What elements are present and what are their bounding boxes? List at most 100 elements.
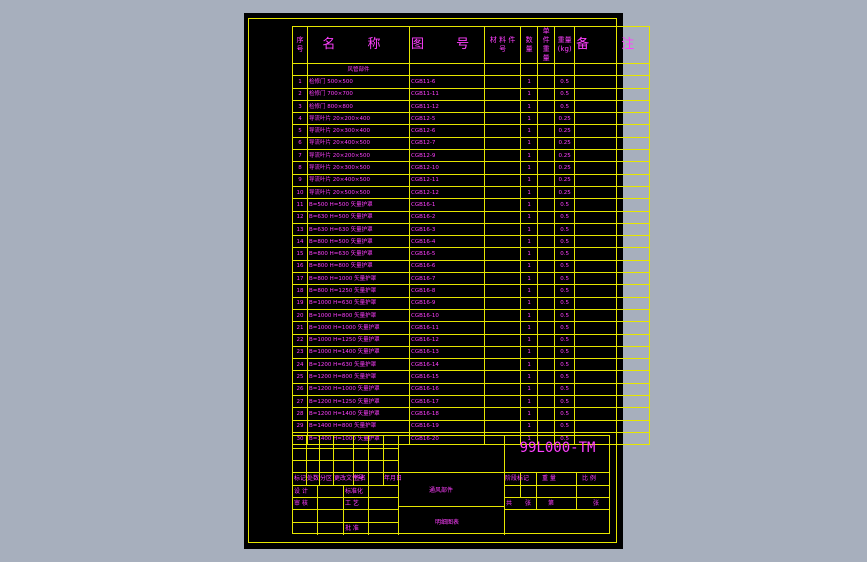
row-material (484, 99, 522, 114)
label-check: 审 核 (294, 500, 308, 507)
row-material (484, 198, 522, 212)
label-count: 处数 (307, 475, 320, 482)
label-weight: 重 量 (542, 475, 556, 482)
table-row: 16 B=800 H=800 矢量护罩 CGB16-6 1 0.5 (292, 259, 651, 274)
row-qty: 1 (520, 99, 539, 114)
row-material (484, 407, 522, 421)
label-date: 年月日 (384, 475, 403, 482)
row-name: B=1000 H=1250 矢量护罩 (307, 333, 410, 347)
row-drawing-no: CGB16-13 (408, 345, 486, 360)
row-qty: 1 (520, 112, 539, 126)
label-total: 共 (506, 500, 513, 507)
row-drawing-no: CGB16-10 (408, 308, 486, 323)
row-no: 1 (292, 75, 308, 89)
row-name: 导流叶片 20×300×500 (307, 161, 410, 175)
row-name: B=1000 H=630 矢量护罩 (307, 296, 410, 310)
row-no: 12 (292, 210, 308, 224)
row-unit-weight (537, 395, 556, 409)
row-qty: 1 (520, 210, 539, 224)
label-stage: 阶段标记 (505, 475, 530, 482)
row-name: B=1200 H=800 矢量护罩 (307, 370, 410, 384)
row-name: B=1200 H=630 矢量护罩 (307, 358, 410, 372)
row-material (484, 345, 522, 360)
row-drawing-no: CGB16-7 (408, 272, 486, 286)
row-remark (574, 112, 651, 126)
header-qty: 数 量 (520, 26, 539, 64)
row-remark (574, 345, 651, 360)
row-name: 导流叶片 20×200×400 (307, 112, 410, 126)
row-no: 6 (292, 136, 308, 151)
row-weight: 0.5 (554, 296, 576, 310)
row-material (484, 173, 522, 187)
table-row: 9 导流叶片 20×400×500 CGB12-11 1 0.25 (292, 173, 651, 187)
row-no: 21 (292, 321, 308, 335)
row-remark (574, 382, 651, 397)
row-no: 7 (292, 149, 308, 163)
row-drawing-no: CGB16-8 (408, 284, 486, 298)
row-no: 3 (292, 99, 308, 114)
label-scale: 比 例 (582, 475, 596, 482)
row-qty: 1 (520, 321, 539, 335)
row-qty: 1 (520, 87, 539, 101)
row-unit-weight (537, 308, 556, 323)
row-qty: 1 (520, 370, 539, 384)
row-name: 导流叶片 20×400×500 (307, 173, 410, 187)
row-unit-weight (537, 382, 556, 397)
row-material (484, 296, 522, 310)
row-weight: 0.5 (554, 75, 576, 89)
section-row: 风管部件 (292, 62, 651, 77)
row-weight: 0.5 (554, 358, 576, 372)
row-drawing-no: CGB12-6 (408, 124, 486, 138)
row-material (484, 222, 522, 237)
row-no: 22 (292, 333, 308, 347)
row-unit-weight (537, 136, 556, 151)
table-row: 25 B=1200 H=800 矢量护罩 CGB16-15 1 0.5 (292, 370, 651, 384)
row-weight: 0.5 (554, 284, 576, 298)
header-seq: 序 号 (292, 26, 308, 64)
row-name: B=1200 H=1000 矢量护罩 (307, 382, 410, 397)
row-weight: 0.5 (554, 370, 576, 384)
row-unit-weight (537, 259, 556, 274)
row-qty: 1 (520, 75, 539, 89)
row-unit-weight (537, 333, 556, 347)
table-row: 7 导流叶片 20×200×500 CGB12-9 1 0.25 (292, 149, 651, 163)
row-material (484, 395, 522, 409)
row-unit-weight (537, 161, 556, 175)
row-drawing-no: CGB16-6 (408, 259, 486, 274)
row-unit-weight (537, 99, 556, 114)
row-no: 8 (292, 161, 308, 175)
row-qty: 1 (520, 173, 539, 187)
row-qty: 1 (520, 395, 539, 409)
row-no: 23 (292, 345, 308, 360)
row-qty: 1 (520, 382, 539, 397)
row-material (484, 259, 522, 274)
row-weight: 0.5 (554, 333, 576, 347)
row-unit-weight (537, 185, 556, 200)
label-sign: 签名 (354, 475, 367, 482)
row-weight: 0.25 (554, 124, 576, 138)
row-qty: 1 (520, 296, 539, 310)
row-qty: 1 (520, 308, 539, 323)
table-row: 22 B=1000 H=1250 矢量护罩 CGB16-12 1 0.5 (292, 333, 651, 347)
table-row: 3 检修门 800×800 CGB11-12 1 0.5 (292, 99, 651, 114)
row-remark (574, 87, 651, 101)
row-weight: 0.5 (554, 345, 576, 360)
row-weight: 0.25 (554, 112, 576, 126)
row-remark (574, 272, 651, 286)
label-process: 工 艺 (345, 500, 359, 507)
row-remark (574, 407, 651, 421)
row-unit-weight (537, 272, 556, 286)
row-weight: 0.25 (554, 149, 576, 163)
label-sheet: 张 (593, 500, 600, 507)
row-unit-weight (537, 370, 556, 384)
row-drawing-no: CGB12-10 (408, 161, 486, 175)
row-qty: 1 (520, 272, 539, 286)
row-material (484, 370, 522, 384)
row-qty: 1 (520, 149, 539, 163)
row-name: B=630 H=500 矢量护罩 (307, 210, 410, 224)
row-material (484, 149, 522, 163)
row-qty: 1 (520, 259, 539, 274)
row-material (484, 247, 522, 261)
row-name: B=800 H=1250 矢量护罩 (307, 284, 410, 298)
row-drawing-no: CGB16-16 (408, 382, 486, 397)
